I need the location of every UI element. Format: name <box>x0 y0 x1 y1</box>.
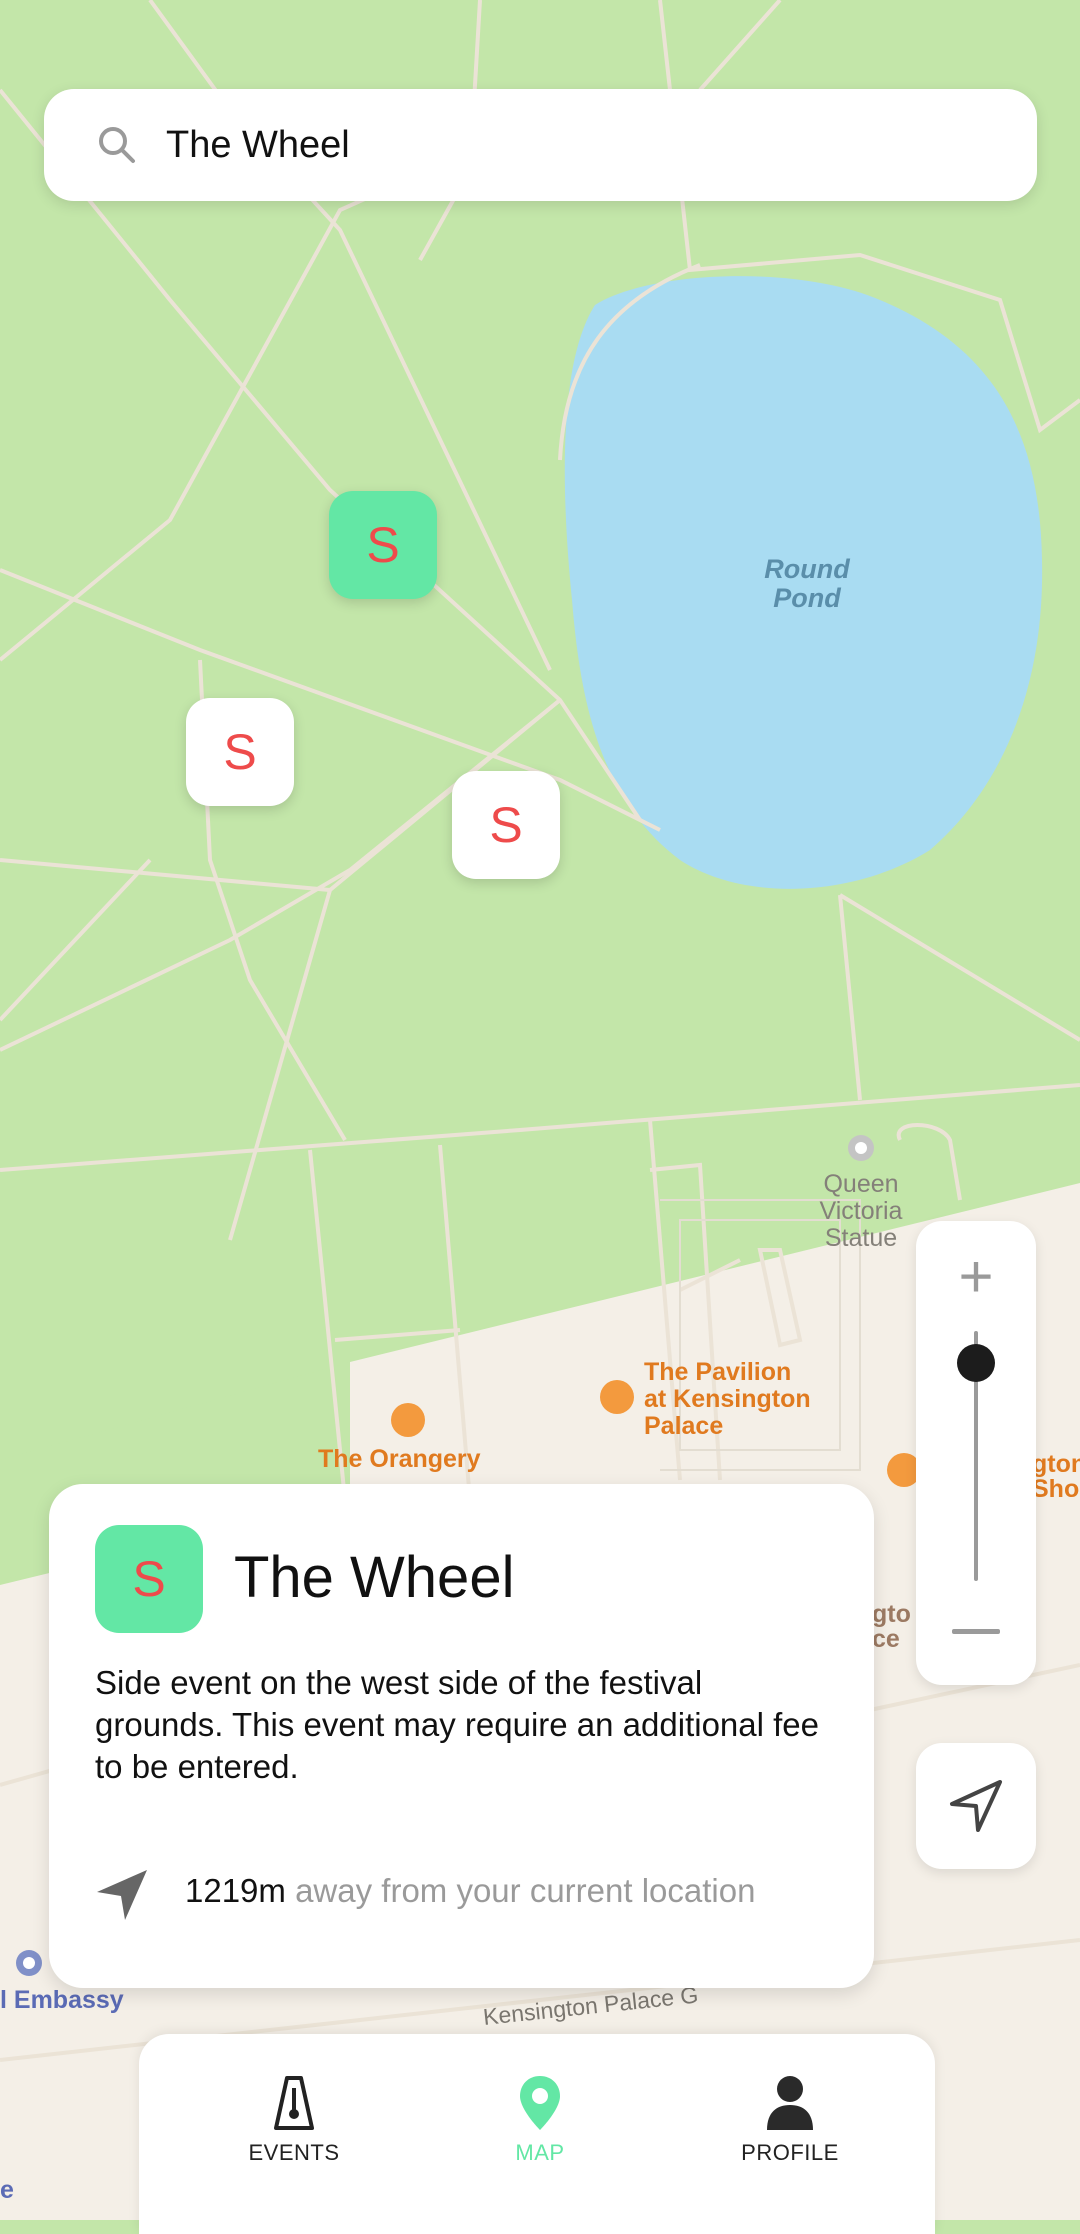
orangery-label: The Orangery <box>318 1445 481 1473</box>
tab-map-label: MAP <box>515 2140 565 2165</box>
search-input[interactable] <box>164 122 968 168</box>
event-title: The Wheel <box>234 1545 515 1610</box>
tab-map[interactable]: MAP <box>450 2074 630 2166</box>
event-marker[interactable]: S <box>452 771 560 879</box>
tab-profile-label: PROFILE <box>741 2140 839 2165</box>
bottom-tab-bar: EVENTS MAP PROFILE <box>139 2034 935 2234</box>
bottom-left-label: e <box>0 2176 14 2204</box>
distance-value: 1219m <box>185 1872 286 1909</box>
queen-victoria-label-line1: Queen <box>823 1170 898 1198</box>
event-badge: S <box>95 1525 203 1633</box>
embassy-label: l Embassy <box>0 1986 124 2014</box>
event-marker[interactable]: S <box>186 698 294 806</box>
locate-me-button[interactable] <box>916 1743 1036 1869</box>
palace-label-line1: gto <box>872 1600 911 1628</box>
zoom-slider-thumb[interactable] <box>957 1344 995 1382</box>
event-description: Side event on the west side of the festi… <box>95 1664 820 1785</box>
round-pond-label-line1: Round <box>764 554 850 584</box>
queen-victoria-label-line2: Victoria <box>820 1197 903 1225</box>
navigation-arrow-icon <box>950 1780 1002 1832</box>
tab-profile[interactable]: PROFILE <box>700 2074 880 2166</box>
tab-events-label: EVENTS <box>248 2140 340 2165</box>
palace-label-line2: ce <box>872 1625 900 1653</box>
zoom-control: + <box>916 1221 1036 1685</box>
zoom-in-button[interactable]: + <box>946 1247 1006 1307</box>
right-poi-label-line2: Sho <box>1032 1475 1079 1503</box>
event-details-card[interactable]: S The Wheel Side event on the west side … <box>49 1484 874 1988</box>
distance-suffix: away from your current location <box>285 1872 756 1909</box>
search-icon <box>99 127 135 163</box>
search-bar[interactable] <box>44 89 1037 201</box>
navigation-arrow-icon <box>97 1870 147 1920</box>
queen-victoria-label-line3: Statue <box>825 1224 897 1252</box>
pavilion-label-line3: Palace <box>644 1412 723 1440</box>
distance-text: 1219m away from your current location <box>185 1872 755 1910</box>
person-icon <box>767 2076 813 2130</box>
pavilion-label-line1: The Pavilion <box>644 1358 791 1386</box>
pavilion-label-line2: at Kensington <box>644 1385 811 1413</box>
event-marker-selected[interactable]: S <box>329 491 437 599</box>
map-pin-icon <box>520 2076 560 2130</box>
metronome-icon <box>274 2076 314 2130</box>
zoom-out-button[interactable] <box>952 1629 1000 1634</box>
right-poi-label-line1: gton <box>1032 1450 1080 1478</box>
round-pond-label-line2: Pond <box>773 583 841 613</box>
tab-events[interactable]: EVENTS <box>204 2074 384 2166</box>
